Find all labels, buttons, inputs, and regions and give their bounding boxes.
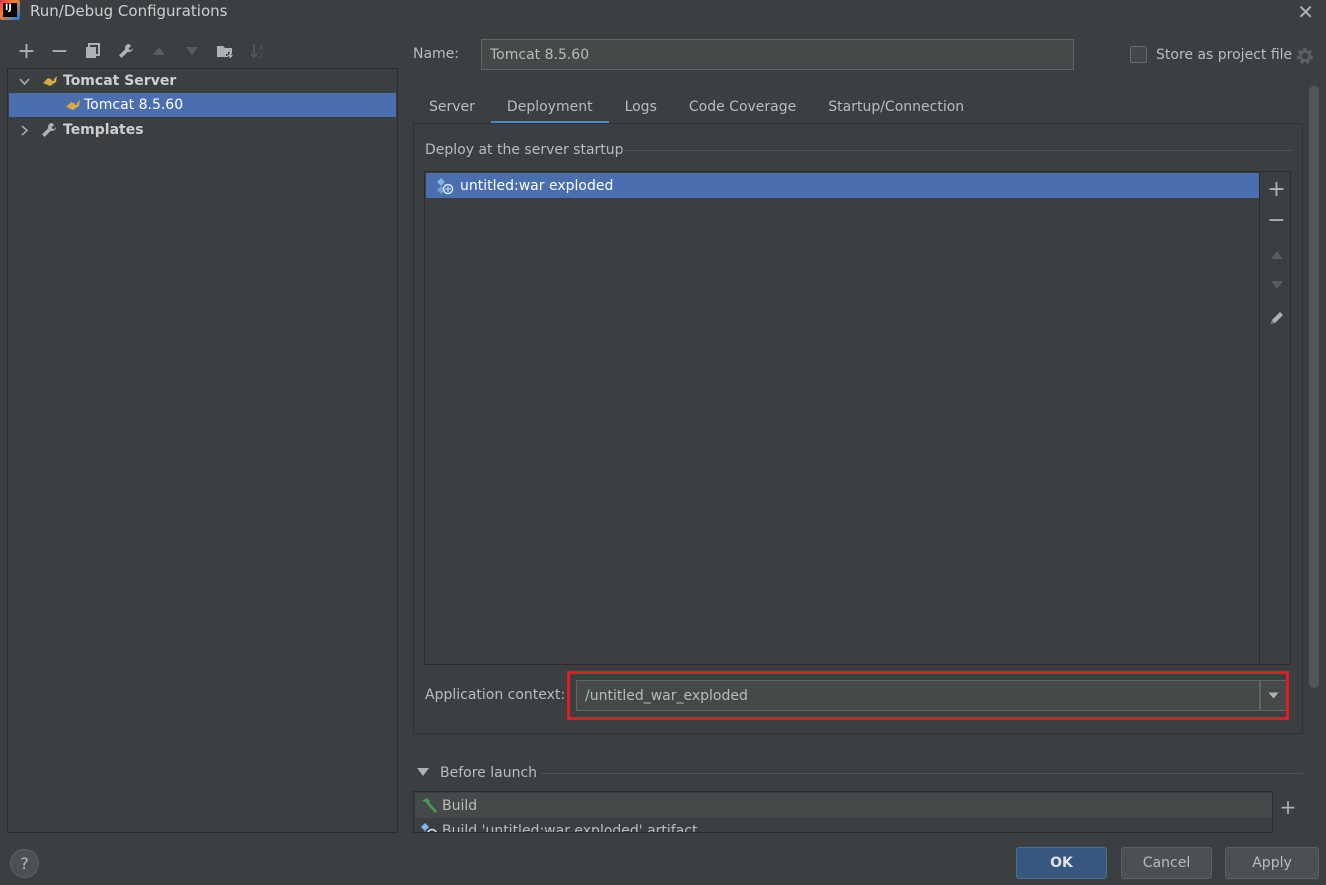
section-divider	[541, 773, 1303, 774]
before-launch-item-label: Build	[442, 797, 478, 814]
move-down-icon[interactable]	[1260, 271, 1293, 299]
annotation-highlight-box	[567, 671, 1289, 720]
ok-button[interactable]: OK	[1016, 847, 1107, 879]
collapse-triangle-icon[interactable]	[417, 768, 429, 776]
tree-group-templates[interactable]: Templates	[9, 118, 396, 142]
artifact-icon	[420, 822, 438, 832]
list-item[interactable]: Build 'untitled:war exploded' artifact	[415, 818, 1272, 833]
copy-configuration-icon[interactable]	[76, 38, 109, 64]
sort-alphabetically-icon[interactable]: AZ	[241, 38, 274, 64]
tree-group-tomcat-server[interactable]: Tomcat Server	[9, 69, 396, 93]
tab-startup-connection[interactable]: Startup/Connection	[812, 90, 980, 124]
move-up-icon[interactable]	[1260, 241, 1293, 269]
application-context-label: Application context:	[425, 687, 566, 703]
hammer-icon	[420, 797, 438, 815]
before-launch-item-label: Build 'untitled:war exploded' artifact	[442, 822, 698, 833]
new-folder-icon[interactable]	[208, 38, 241, 64]
store-as-project-file-checkbox[interactable]	[1130, 46, 1147, 63]
section-divider	[622, 150, 1292, 151]
tree-item-tomcat-8-5-60[interactable]: Tomcat 8.5.60	[9, 93, 396, 117]
edit-pencil-icon[interactable]	[1260, 304, 1293, 332]
artifact-label: untitled:war exploded	[460, 177, 614, 194]
intellij-logo-icon: IJ	[0, 0, 20, 20]
tab-code-coverage[interactable]: Code Coverage	[673, 90, 812, 124]
config-tabs: Server Deployment Logs Code Coverage Sta…	[413, 90, 980, 124]
cancel-button[interactable]: Cancel	[1121, 847, 1212, 879]
list-item[interactable]: untitled:war exploded	[426, 173, 1259, 198]
tree-item-label: Tomcat 8.5.60	[84, 97, 184, 113]
name-label: Name:	[413, 46, 460, 62]
before-launch-list[interactable]: Build Build 'untitled:war exploded' arti…	[413, 791, 1273, 833]
close-icon[interactable]: ✕	[1297, 0, 1314, 24]
remove-artifact-button[interactable]: −	[1260, 206, 1293, 234]
tab-logs[interactable]: Logs	[609, 90, 673, 124]
apply-button[interactable]: Apply	[1225, 847, 1319, 879]
move-up-icon[interactable]	[142, 38, 175, 64]
title-bar: IJ Run/Debug Configurations ✕	[0, 0, 1326, 24]
tomcat-icon	[42, 73, 58, 89]
store-as-project-file-label[interactable]: Store as project file	[1156, 47, 1292, 63]
svg-text:Z: Z	[259, 53, 263, 59]
name-field[interactable]: Tomcat 8.5.60	[481, 39, 1074, 70]
deployment-artifact-list[interactable]: untitled:war exploded	[424, 171, 1291, 665]
chevron-down-icon[interactable]	[17, 74, 31, 88]
configuration-tree: Tomcat Server Tomcat 8.5.60 Templates	[7, 68, 398, 833]
wrench-icon	[41, 122, 57, 138]
tree-group-label: Tomcat Server	[63, 73, 177, 89]
add-before-launch-task-button[interactable]: +	[1274, 793, 1302, 821]
add-artifact-button[interactable]: +	[1260, 175, 1293, 203]
remove-configuration-button[interactable]: −	[43, 38, 76, 64]
add-configuration-button[interactable]: +	[10, 38, 43, 64]
list-item[interactable]: Build	[415, 793, 1272, 818]
templates-label: Templates	[63, 122, 144, 138]
tomcat-icon	[65, 97, 81, 113]
config-toolbar: + − AZ	[10, 38, 274, 64]
svg-text:A: A	[259, 45, 264, 52]
tab-deployment[interactable]: Deployment	[490, 90, 609, 124]
tab-server[interactable]: Server	[413, 90, 491, 124]
window-title: Run/Debug Configurations	[30, 2, 228, 20]
artifact-icon	[436, 177, 454, 195]
deployment-side-toolbar: + −	[1259, 171, 1292, 665]
move-down-icon[interactable]	[175, 38, 208, 64]
before-launch-title: Before launch	[440, 765, 538, 781]
deploy-section-title: Deploy at the server startup	[425, 142, 624, 158]
chevron-right-icon[interactable]	[17, 123, 31, 137]
scrollbar-thumb[interactable]	[1309, 86, 1319, 688]
gear-icon[interactable]	[1295, 46, 1315, 66]
help-button[interactable]: ?	[10, 849, 39, 878]
wrench-icon[interactable]	[109, 38, 142, 64]
